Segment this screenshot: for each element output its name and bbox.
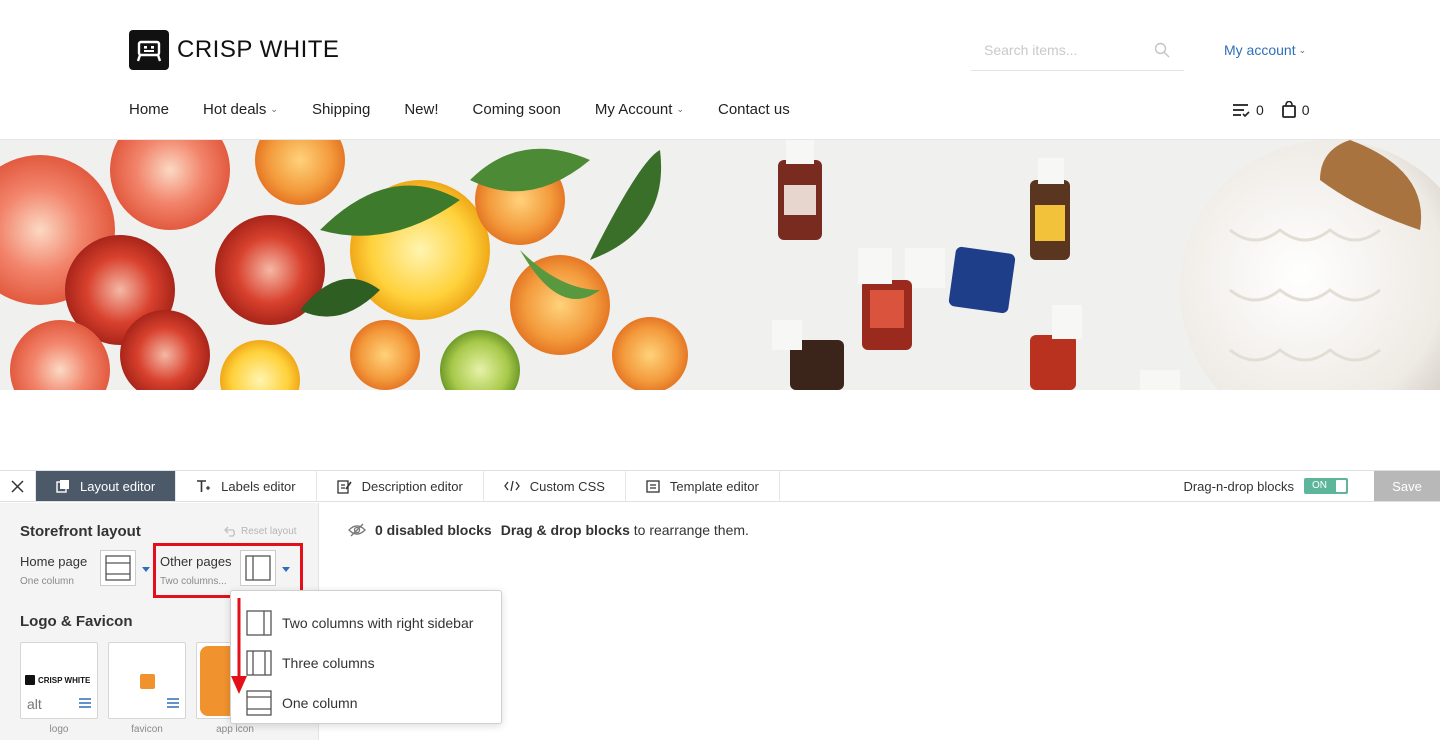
other-pages-label: Other pages [160, 554, 232, 569]
store-logo[interactable]: CRISP WHITE [129, 30, 339, 70]
editor-toolbar: Layout editor Labels editor Description … [0, 470, 1440, 502]
menu-icon[interactable] [79, 698, 91, 708]
home-page-label: Home page [20, 554, 88, 569]
nav-item-hot-deals[interactable]: Hot deals ⌄ [203, 101, 278, 118]
storefront-layout-title: Storefront layout [20, 523, 141, 540]
template-icon [646, 479, 660, 493]
compare-button[interactable]: 0 [1232, 102, 1264, 118]
cart-count: 0 [1301, 101, 1310, 118]
layout-options-dropdown: Two columns with right sidebar Three col… [230, 590, 502, 724]
edit-icon [336, 479, 352, 494]
text-icon [196, 479, 211, 493]
tab-description-editor[interactable]: Description editor [317, 471, 484, 501]
home-page-layout-value: One column [20, 576, 74, 587]
layout-option-one-column[interactable]: One column [231, 683, 501, 723]
app-icon-card-label: app icon [216, 724, 254, 735]
favicon-card[interactable] [108, 642, 186, 719]
main-nav: Home Hot deals ⌄ Shipping New! Coming soo… [129, 101, 824, 118]
nav-item-my-account[interactable]: My Account ⌄ [595, 101, 684, 118]
favicon-preview-icon [140, 674, 155, 689]
layout-option-three-columns[interactable]: Three columns [231, 643, 501, 683]
tab-labels-editor[interactable]: Labels editor [176, 471, 317, 501]
hero-image [0, 140, 1440, 390]
hero-banner [0, 140, 1440, 390]
nav-item-coming-soon[interactable]: Coming soon [473, 101, 561, 118]
search-box [971, 30, 1184, 71]
undo-icon [224, 526, 235, 537]
disabled-count: 0 disabled blocks [375, 522, 492, 538]
nav-item-home[interactable]: Home [129, 101, 169, 118]
favicon-card-label: favicon [131, 724, 163, 735]
menu-icon[interactable] [167, 698, 179, 708]
one-column-layout-icon [105, 555, 131, 581]
header-counters: 0 0 [1232, 101, 1310, 118]
close-editor-button[interactable] [0, 471, 36, 501]
search-input[interactable] [984, 42, 1154, 58]
reset-layout-button[interactable]: Reset layout [224, 525, 297, 537]
close-icon [11, 479, 24, 493]
nav-item-new[interactable]: New! [404, 101, 438, 118]
search-icon[interactable] [1154, 42, 1170, 63]
compare-count: 0 [1256, 101, 1264, 118]
layout-icon [56, 479, 70, 493]
save-button[interactable]: Save [1374, 471, 1440, 501]
compare-list-icon [1233, 103, 1250, 117]
eye-off-icon [348, 523, 366, 537]
toggle-knob [1336, 480, 1346, 492]
nav-item-shipping[interactable]: Shipping [312, 101, 370, 118]
logo-mark-icon [25, 675, 35, 685]
other-layout-selector[interactable] [240, 550, 276, 586]
logo-alt-label: alt [27, 696, 42, 712]
logo-preview-text: CRISP WHITE [38, 675, 91, 685]
store-name: CRISP WHITE [177, 36, 340, 63]
dnd-toggle-state: ON [1312, 480, 1327, 491]
dnd-label: Drag-n-drop blocks [1183, 478, 1294, 494]
dnd-hint-text: to rearrange them. [633, 522, 749, 538]
chevron-down-icon: ⌄ [1298, 44, 1307, 55]
logo-preview: CRISP WHITE [25, 675, 90, 685]
tab-template-editor[interactable]: Template editor [626, 471, 780, 501]
two-column-layout-icon [245, 555, 271, 581]
shopping-bag-icon [1281, 101, 1296, 118]
chevron-down-icon: ⌄ [270, 104, 278, 114]
layout-option-two-columns-right[interactable]: Two columns with right sidebar [231, 603, 501, 643]
logo-mark-icon [129, 30, 169, 70]
cart-button[interactable]: 0 [1281, 101, 1310, 118]
dnd-hint-bold: Drag & drop blocks [500, 522, 630, 538]
nav-item-contact-us[interactable]: Contact us [718, 101, 790, 118]
dnd-toggle[interactable]: ON [1304, 478, 1348, 494]
tab-custom-css[interactable]: Custom CSS [484, 471, 626, 501]
chevron-down-icon: ⌄ [676, 104, 684, 114]
other-pages-layout-value: Two columns... [160, 576, 227, 587]
my-account-label: My account [1224, 42, 1296, 58]
logo-favicon-title: Logo & Favicon [20, 613, 133, 630]
annotation-arrow-icon [231, 598, 247, 694]
logo-card[interactable]: CRISP WHITE alt [20, 642, 98, 719]
other-layout-dropdown-caret-icon[interactable] [282, 567, 290, 572]
home-layout-selector[interactable] [100, 550, 136, 586]
home-layout-dropdown-caret-icon[interactable] [142, 567, 150, 572]
disabled-blocks-info: 0 disabled blocks Drag & drop blocks to … [348, 522, 749, 538]
dnd-toggle-group: Drag-n-drop blocks ON [1183, 471, 1374, 501]
code-icon [503, 480, 520, 492]
logo-card-label: logo [49, 724, 69, 735]
my-account-menu[interactable]: My account ⌄ [1224, 42, 1306, 58]
tab-layout-editor[interactable]: Layout editor [36, 471, 177, 501]
